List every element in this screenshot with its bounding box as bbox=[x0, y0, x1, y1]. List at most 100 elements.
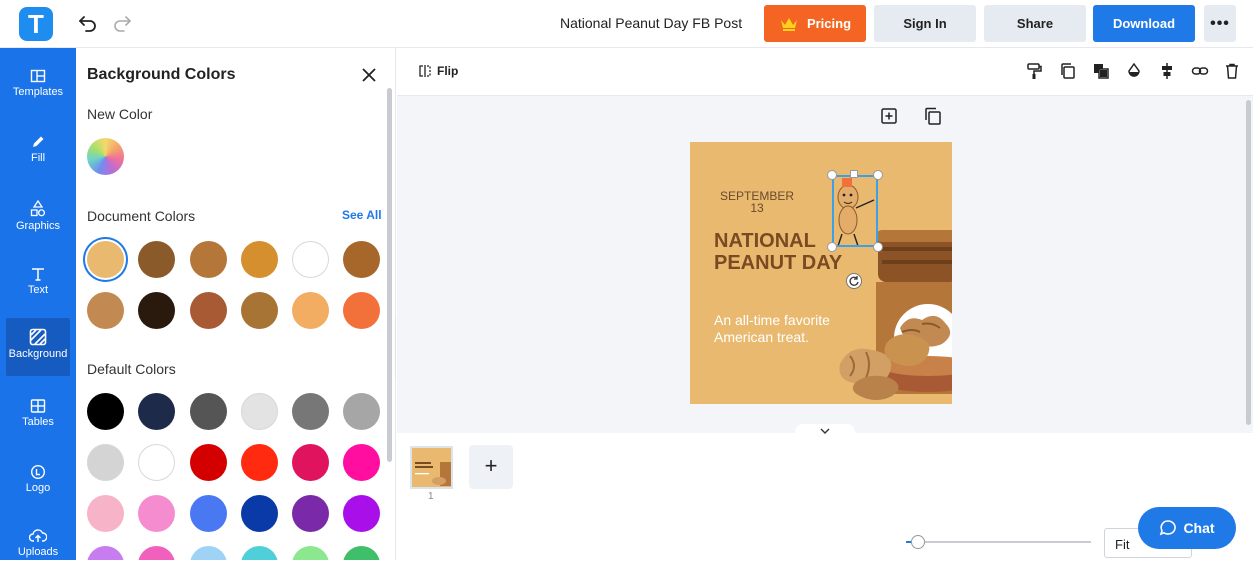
rail-label: Fill bbox=[30, 152, 46, 164]
resize-handle[interactable] bbox=[873, 242, 883, 252]
color-swatch[interactable] bbox=[87, 393, 124, 430]
resize-handle[interactable] bbox=[827, 242, 837, 252]
redo-icon[interactable] bbox=[110, 10, 134, 34]
rail-label: Uploads bbox=[17, 546, 59, 558]
duplicate-page-icon[interactable] bbox=[923, 106, 943, 126]
app-logo[interactable]: T bbox=[19, 7, 53, 41]
color-swatch[interactable] bbox=[343, 292, 380, 329]
shapes-icon bbox=[30, 200, 46, 217]
pencil-icon bbox=[33, 136, 44, 147]
rail-label: Templates bbox=[12, 86, 64, 98]
color-swatch[interactable] bbox=[343, 241, 380, 278]
more-options-button[interactable]: ••• bbox=[1204, 5, 1236, 42]
color-swatch[interactable] bbox=[343, 393, 380, 430]
color-swatch[interactable] bbox=[87, 546, 124, 560]
color-swatch[interactable] bbox=[241, 546, 278, 560]
rotate-icon[interactable] bbox=[846, 273, 862, 289]
trash-icon[interactable] bbox=[1223, 62, 1241, 80]
color-swatch[interactable] bbox=[292, 393, 329, 430]
chat-label: Chat bbox=[1183, 520, 1215, 536]
default-colors-label: Default Colors bbox=[87, 361, 176, 377]
new-color-picker[interactable] bbox=[87, 138, 124, 175]
color-swatch[interactable] bbox=[343, 546, 380, 560]
see-all-link[interactable]: See All bbox=[342, 208, 382, 222]
arrange-layers-icon[interactable] bbox=[1092, 62, 1110, 80]
zoom-slider-knob[interactable] bbox=[911, 535, 925, 549]
pricing-button[interactable]: Pricing bbox=[764, 5, 866, 42]
color-swatch[interactable] bbox=[241, 241, 278, 278]
color-swatch[interactable] bbox=[87, 241, 124, 278]
color-swatch[interactable] bbox=[87, 495, 124, 532]
color-swatch[interactable] bbox=[138, 241, 175, 278]
expand-pages-button[interactable] bbox=[795, 424, 855, 438]
color-swatch[interactable] bbox=[292, 292, 329, 329]
color-swatch[interactable] bbox=[138, 546, 175, 560]
flip-icon bbox=[419, 65, 431, 77]
upload-icon bbox=[29, 529, 47, 542]
color-swatch[interactable] bbox=[138, 292, 175, 329]
rail-label: Background bbox=[8, 348, 68, 360]
color-swatch[interactable] bbox=[292, 546, 329, 560]
templates-icon bbox=[30, 69, 46, 83]
sign-in-button[interactable]: Sign In bbox=[874, 5, 976, 42]
color-swatch[interactable] bbox=[343, 495, 380, 532]
panel-title: Background Colors bbox=[87, 66, 236, 83]
link-icon[interactable] bbox=[1191, 62, 1209, 80]
resize-handle[interactable] bbox=[873, 170, 883, 180]
color-swatch[interactable] bbox=[138, 393, 175, 430]
color-swatch[interactable] bbox=[138, 495, 175, 532]
color-swatch[interactable] bbox=[138, 444, 175, 481]
page-number: 1 bbox=[428, 491, 434, 502]
rail-item-uploads[interactable]: Uploads bbox=[0, 518, 76, 578]
add-page-button[interactable]: + bbox=[469, 445, 513, 489]
color-swatch[interactable] bbox=[292, 444, 329, 481]
color-swatch[interactable] bbox=[190, 241, 227, 278]
resize-handle[interactable] bbox=[827, 170, 837, 180]
selection-box[interactable] bbox=[832, 175, 878, 247]
canvas-scrollbar[interactable] bbox=[1246, 100, 1251, 425]
align-icon[interactable] bbox=[1158, 62, 1176, 80]
color-swatch[interactable] bbox=[87, 444, 124, 481]
document-colors-label: Document Colors bbox=[87, 208, 196, 224]
share-button[interactable]: Share bbox=[984, 5, 1086, 42]
rail-label: Text bbox=[27, 284, 49, 296]
page-thumbnail[interactable] bbox=[410, 446, 453, 489]
rail-item-graphics[interactable]: Graphics bbox=[0, 190, 76, 250]
flip-button[interactable]: Flip bbox=[418, 64, 458, 78]
color-swatch[interactable] bbox=[343, 444, 380, 481]
duplicate-icon[interactable] bbox=[1059, 62, 1077, 80]
color-swatch[interactable] bbox=[190, 495, 227, 532]
color-swatch[interactable] bbox=[241, 393, 278, 430]
color-swatch[interactable] bbox=[190, 444, 227, 481]
download-button[interactable]: Download bbox=[1093, 5, 1195, 42]
color-swatch[interactable] bbox=[241, 444, 278, 481]
peanut-butter-jar-illustration[interactable] bbox=[690, 142, 952, 404]
rail-item-logo[interactable]: Logo bbox=[0, 454, 76, 514]
paint-roller-icon[interactable] bbox=[1025, 62, 1043, 80]
color-swatch[interactable] bbox=[241, 495, 278, 532]
chat-button[interactable]: Chat bbox=[1138, 507, 1236, 549]
add-element-icon[interactable] bbox=[879, 106, 899, 126]
undo-icon[interactable] bbox=[76, 10, 100, 34]
color-swatch[interactable] bbox=[292, 495, 329, 532]
document-title[interactable]: National Peanut Day FB Post bbox=[560, 15, 742, 31]
rail-item-background[interactable]: Background bbox=[6, 318, 70, 376]
zoom-slider-track[interactable] bbox=[906, 541, 1091, 543]
flip-label: Flip bbox=[437, 64, 459, 78]
color-swatch[interactable] bbox=[87, 292, 124, 329]
opacity-icon[interactable] bbox=[1125, 62, 1143, 80]
color-swatch[interactable] bbox=[190, 546, 227, 560]
panel-scrollbar[interactable] bbox=[387, 88, 392, 462]
color-swatch[interactable] bbox=[190, 292, 227, 329]
rail-item-tables[interactable]: Tables bbox=[0, 388, 76, 448]
color-swatch[interactable] bbox=[241, 292, 278, 329]
color-swatch[interactable] bbox=[292, 241, 329, 278]
rail-item-text[interactable]: Text bbox=[0, 256, 76, 316]
crown-icon bbox=[780, 17, 797, 31]
rail-item-fill[interactable]: Fill bbox=[0, 124, 76, 184]
close-icon[interactable] bbox=[360, 66, 378, 84]
color-swatch[interactable] bbox=[190, 393, 227, 430]
design-canvas[interactable]: SEPTEMBER 13 NATIONAL PEANUT DAY An all-… bbox=[690, 142, 952, 404]
resize-handle[interactable] bbox=[850, 170, 858, 178]
rail-item-templates[interactable]: Templates bbox=[0, 58, 76, 118]
